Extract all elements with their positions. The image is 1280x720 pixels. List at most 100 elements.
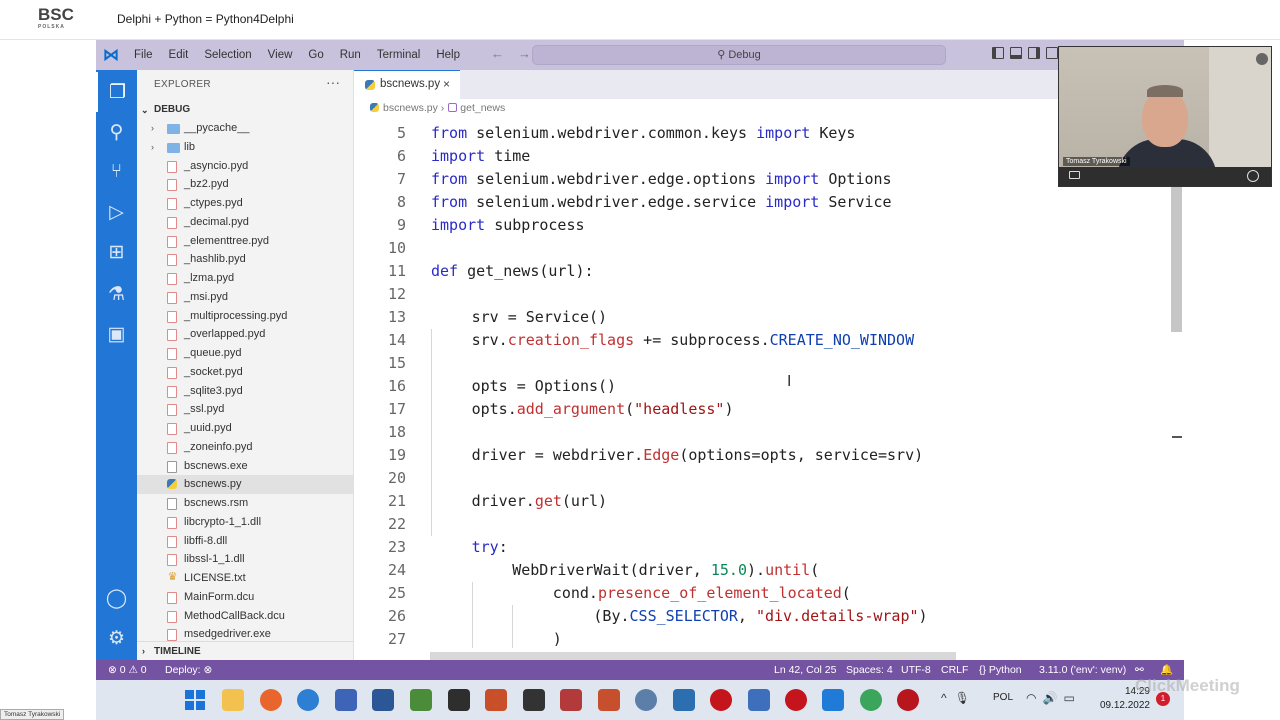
toggle-secondary-sidebar-icon[interactable] xyxy=(1028,47,1040,59)
indentation[interactable]: Spaces: 4 xyxy=(846,660,893,680)
source-control-icon[interactable]: ⑂ xyxy=(96,152,137,192)
menu-selection[interactable]: Selection xyxy=(196,49,259,61)
app-icon-5[interactable] xyxy=(598,689,620,711)
menu-file[interactable]: File xyxy=(126,49,161,61)
code-text: try: xyxy=(471,538,508,556)
tree-file[interactable]: _sqlite3.pyd xyxy=(137,382,354,401)
tree-file[interactable]: MethodCallBack.dcu xyxy=(137,607,354,626)
app-icon-3[interactable] xyxy=(485,689,507,711)
rad-studio-icon[interactable] xyxy=(710,689,732,711)
terminal-icon[interactable] xyxy=(448,689,470,711)
tree-file[interactable]: bscnews.py xyxy=(137,475,354,494)
rad-studio-icon-2[interactable] xyxy=(785,689,807,711)
app-icon-9[interactable] xyxy=(860,689,882,711)
app-icon-6[interactable] xyxy=(635,689,657,711)
customize-layout-icon[interactable] xyxy=(1046,47,1058,59)
menu-go[interactable]: Go xyxy=(300,49,331,61)
tree-file[interactable]: _ctypes.pyd xyxy=(137,194,354,213)
tree-file[interactable]: libffi-8.dll xyxy=(137,532,354,551)
tree-file[interactable]: _msi.pyd xyxy=(137,288,354,307)
command-prompt-icon[interactable] xyxy=(523,689,545,711)
app-icon-8[interactable] xyxy=(748,689,770,711)
webcam-settings-icon[interactable] xyxy=(1256,53,1268,65)
notes-icon[interactable] xyxy=(410,689,432,711)
menu-edit[interactable]: Edit xyxy=(161,49,197,61)
wifi-icon[interactable]: ◠ xyxy=(1026,691,1042,705)
breadcrumb-file[interactable]: bscnews.py xyxy=(383,102,438,114)
python-interpreter[interactable]: 3.11.0 ('env': venv) xyxy=(1039,660,1126,680)
problems-indicator[interactable]: ⊗ 0 ⚠ 0 xyxy=(108,660,147,680)
menu-terminal[interactable]: Terminal xyxy=(369,49,428,61)
chevron-up-icon[interactable]: ^ xyxy=(941,691,955,705)
app-icon-1[interactable] xyxy=(297,689,319,711)
toggle-sidebar-icon[interactable] xyxy=(992,47,1004,59)
manage-gear-icon[interactable]: ⚙ xyxy=(96,618,137,658)
timeline-section[interactable]: › TIMELINE xyxy=(137,641,354,660)
code-editor[interactable]: 5 from selenium.webdriver.common.keys imp… xyxy=(354,122,1184,648)
tree-file[interactable]: _bz2.pyd xyxy=(137,175,354,194)
tree-file[interactable]: _decimal.pyd xyxy=(137,213,354,232)
menu-view[interactable]: View xyxy=(260,49,301,61)
line-endings[interactable]: CRLF xyxy=(941,660,968,680)
save-disk-icon[interactable] xyxy=(372,689,394,711)
run-debug-icon[interactable]: ▷ xyxy=(96,192,137,232)
video-camera-icon[interactable] xyxy=(1069,171,1080,179)
tree-file[interactable]: _queue.pyd xyxy=(137,344,354,363)
tree-file[interactable]: _uuid.pyd xyxy=(137,419,354,438)
explorer-icon[interactable]: ❐ xyxy=(96,72,137,112)
remote-explorer-icon[interactable]: ▣ xyxy=(96,314,137,354)
encoding[interactable]: UTF-8 xyxy=(901,660,931,680)
toggle-panel-icon[interactable] xyxy=(1010,47,1022,59)
tree-file[interactable]: bscnews.rsm xyxy=(137,494,354,513)
tree-file[interactable]: _multiprocessing.pyd xyxy=(137,307,354,326)
file-icon xyxy=(167,460,177,473)
tree-file[interactable]: _socket.pyd xyxy=(137,363,354,382)
volume-icon[interactable]: 🔊 xyxy=(1042,691,1063,705)
back-arrow-icon[interactable]: ← xyxy=(491,46,518,61)
menu-help[interactable]: Help xyxy=(428,49,468,61)
app-icon-2[interactable] xyxy=(335,689,357,711)
app-icon-4[interactable] xyxy=(560,689,582,711)
command-center[interactable]: ⚲ Debug xyxy=(532,45,946,65)
tree-file[interactable]: _ssl.pyd xyxy=(137,400,354,419)
code-line: 10 xyxy=(354,237,1184,260)
windows-start-icon[interactable] xyxy=(184,689,206,711)
tree-file[interactable]: _elementtree.pyd xyxy=(137,232,354,251)
search-icon[interactable]: ⚲ xyxy=(96,112,137,152)
tree-file[interactable]: ♛ LICENSE.txt xyxy=(137,569,354,588)
battery-icon[interactable]: ▭ xyxy=(1063,691,1080,705)
extensions-icon[interactable]: ⊞ xyxy=(96,232,137,272)
folder-header-debug[interactable]: ⌄ DEBUG xyxy=(137,101,354,119)
tree-file[interactable]: libssl-1_1.dll xyxy=(137,550,354,569)
horizontal-scrollbar[interactable] xyxy=(430,652,956,660)
microphone-icon[interactable]: 🎙 xyxy=(955,691,978,705)
file-explorer-icon[interactable] xyxy=(222,689,244,711)
tree-file[interactable]: libcrypto-1_1.dll xyxy=(137,513,354,532)
cursor-position[interactable]: Ln 42, Col 25 xyxy=(774,660,836,680)
more-actions-icon[interactable]: ··· xyxy=(326,74,340,90)
tree-folder[interactable]: › __pycache__ xyxy=(137,119,354,138)
language-mode[interactable]: {} Python xyxy=(979,660,1022,680)
tree-file[interactable]: _zoneinfo.pyd xyxy=(137,438,354,457)
menu-run[interactable]: Run xyxy=(332,49,369,61)
tree-file[interactable]: _lzma.pyd xyxy=(137,269,354,288)
breadcrumb-symbol[interactable]: get_news xyxy=(460,102,505,114)
chat-icon[interactable] xyxy=(1247,170,1259,182)
vertical-scrollbar[interactable] xyxy=(1171,187,1182,332)
tree-file[interactable]: _hashlib.pyd xyxy=(137,250,354,269)
app-icon-7[interactable] xyxy=(673,689,695,711)
testing-icon[interactable]: ⚗ xyxy=(96,274,137,314)
deploy-status[interactable]: Deploy: ⊗ xyxy=(165,660,212,680)
tree-file[interactable]: _asyncio.pyd xyxy=(137,157,354,176)
close-tab-icon[interactable]: × xyxy=(443,71,450,98)
account-icon[interactable]: ◯ xyxy=(96,578,137,618)
firefox-icon[interactable] xyxy=(260,689,282,711)
tree-file[interactable]: bscnews.exe xyxy=(137,457,354,476)
tree-file[interactable]: _overlapped.pyd xyxy=(137,325,354,344)
input-language[interactable]: POL xyxy=(993,692,1013,703)
tab-bscnews-py[interactable]: bscnews.py × xyxy=(354,70,460,99)
delphi-icon[interactable] xyxy=(897,689,919,711)
vscode-taskbar-icon[interactable] xyxy=(822,689,844,711)
tree-folder[interactable]: › lib xyxy=(137,138,354,157)
tree-file[interactable]: MainForm.dcu xyxy=(137,588,354,607)
